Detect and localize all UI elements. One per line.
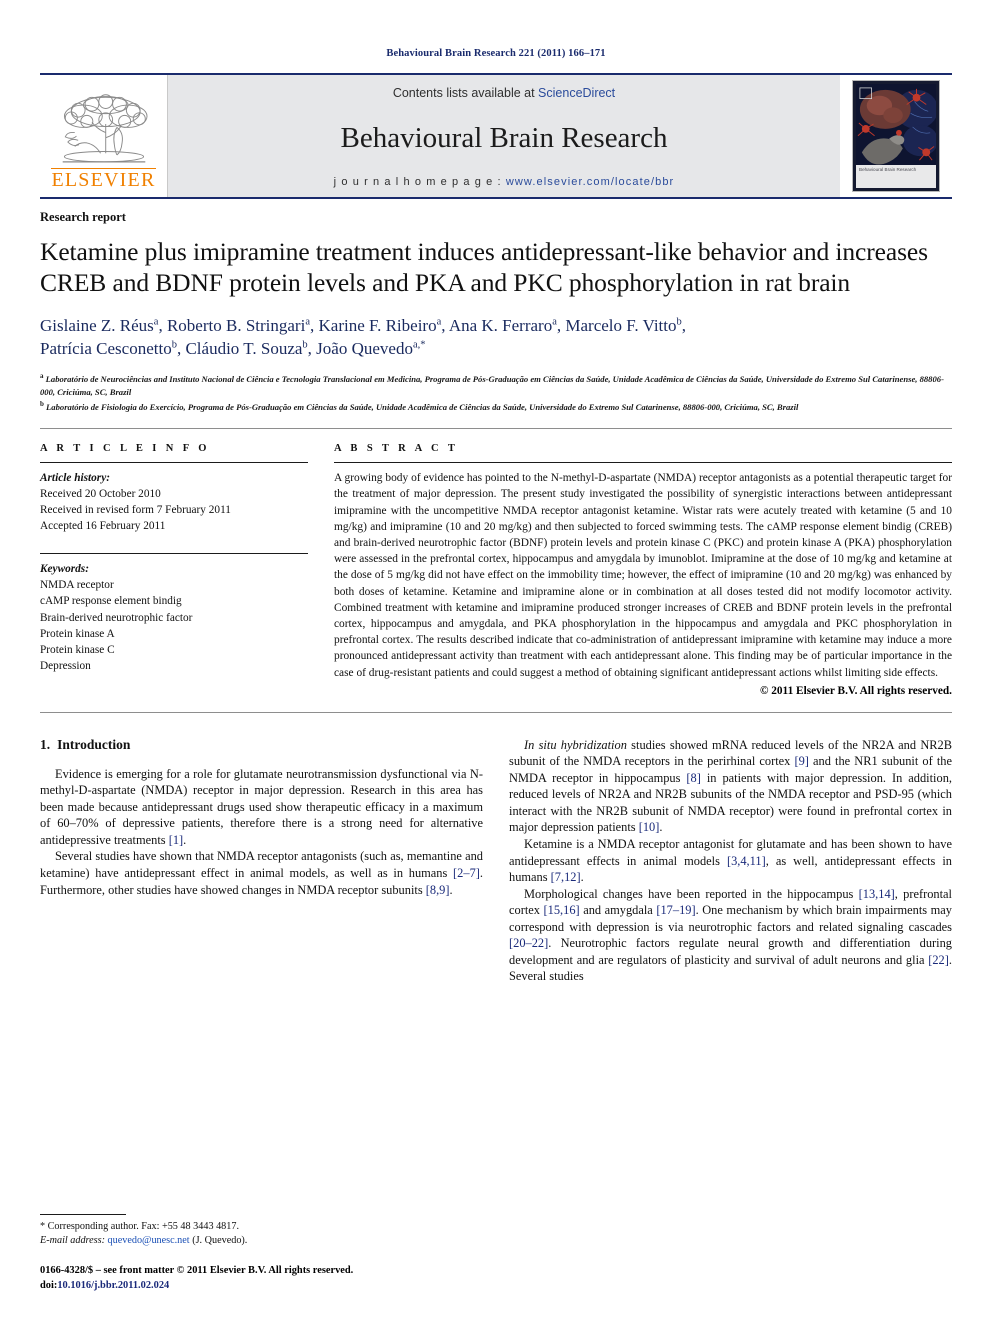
doi-line: doi:10.1016/j.bbr.2011.02.024 (40, 1278, 480, 1293)
brain-neuron-artwork-icon (856, 84, 936, 165)
abstract-heading: A B S T R A C T (334, 443, 459, 455)
footnote-block: * Corresponding author. Fax: +55 48 3443… (40, 1213, 480, 1293)
keyword-item: cAMP response element bindig (40, 595, 182, 608)
elsevier-tree-icon (62, 94, 147, 163)
keywords-rule (40, 553, 308, 555)
abstract-copyright: © 2011 Elsevier B.V. All rights reserved… (759, 684, 952, 697)
affiliation-b: b Laboratório de Fisiologia do Exercício… (40, 400, 799, 412)
contents-available-line: Contents lists available at ScienceDirec… (393, 86, 615, 100)
author-line-2: Patrícia Cesconettob, Cláudio T. Souzab,… (40, 339, 426, 359)
email-label: E-mail address: (40, 1235, 105, 1247)
article-history-label: Article history: (40, 472, 110, 485)
article-history-block: Article history: Received 20 October 201… (40, 470, 308, 534)
keyword-item: NMDA receptor (40, 579, 114, 592)
elsevier-logo: ELSEVIER (40, 75, 168, 197)
sciencedirect-link[interactable]: ScienceDirect (538, 86, 615, 100)
body-column-right: In situ hybridization studies showed mRN… (509, 737, 952, 985)
article-info-rule (40, 462, 308, 464)
keyword-item: Protein kinase C (40, 643, 115, 656)
paragraph: Several studies have shown that NMDA rec… (40, 849, 483, 897)
journal-cover-thumbnail: Behavioural Brain Research (852, 80, 940, 192)
contents-prefix: Contents lists available at (392, 86, 539, 100)
homepage-prefix: j o u r n a l h o m e p a g e : (333, 176, 502, 188)
issn-doi-block: 0166-4328/$ – see front matter © 2011 El… (40, 1263, 480, 1293)
author-line-1: Gislaine Z. Réusa, Roberto B. Stringaria… (40, 315, 686, 335)
keywords-block: Keywords: NMDA receptor cAMP response el… (40, 561, 308, 673)
journal-masthead: ELSEVIER Contents lists available at Sci… (40, 73, 952, 197)
paragraph: Ketamine is a NMDA receptor antagonist f… (509, 837, 952, 885)
paragraph: Evidence is emerging for a role for glut… (40, 766, 483, 847)
section-heading-introduction: 1. Introduction (40, 737, 483, 753)
doi-link[interactable]: 10.1016/j.bbr.2011.02.024 (57, 1280, 169, 1291)
footnote-rule (40, 1213, 126, 1215)
email-line: E-mail address: quevedo@unesc.net (J. Qu… (40, 1234, 480, 1248)
keyword-item: Brain-derived neurotrophic factor (40, 611, 193, 624)
journal-cover-cell: Behavioural Brain Research (840, 75, 952, 197)
history-item: Accepted 16 February 2011 (40, 520, 166, 533)
keyword-item: Depression (40, 659, 91, 672)
body-columns: 1. Introduction Evidence is emerging for … (40, 713, 952, 985)
article-info-column: A R T I C L E I N F O Article history: R… (40, 443, 308, 696)
section-title: Introduction (57, 736, 131, 752)
abstract-text: A growing body of evidence has pointed t… (334, 472, 952, 679)
author-list: Gislaine Z. Réusa, Roberto B. Stringaria… (40, 314, 952, 361)
document-type-label: Research report (40, 210, 126, 224)
issn-line: 0166-4328/$ – see front matter © 2011 El… (40, 1264, 354, 1276)
email-link[interactable]: quevedo@unesc.net (108, 1235, 190, 1246)
article-page: Behavioural Brain Research 221 (2011) 16… (0, 0, 992, 1323)
paragraph: In situ hybridization studies showed mRN… (509, 737, 952, 835)
doi-label: doi: (40, 1279, 58, 1291)
journal-homepage-line: j o u r n a l h o m e p a g e : www.else… (334, 176, 675, 188)
email-owner: (J. Quevedo). (192, 1235, 248, 1247)
article-info-heading: A R T I C L E I N F O (40, 443, 210, 455)
abstract-rule (334, 462, 952, 464)
homepage-url-link[interactable]: www.elsevier.com/locate/bbr (506, 176, 674, 188)
abstract-column: A B S T R A C T A growing body of eviden… (334, 443, 952, 697)
page-title: Ketamine plus imipramine treatment induc… (40, 237, 928, 298)
affiliation-a: a Laboratório de Neurociências and Insti… (40, 371, 944, 397)
body-column-left: 1. Introduction Evidence is emerging for … (40, 737, 483, 985)
elsevier-wordmark: ELSEVIER (51, 168, 156, 191)
keyword-item: Protein kinase A (40, 627, 115, 640)
history-item: Received 20 October 2010 (40, 488, 161, 501)
running-head: Behavioural Brain Research 221 (2011) 16… (386, 48, 606, 59)
cover-caption: Behavioural Brain Research (856, 165, 936, 188)
info-abstract-section: A R T I C L E I N F O Article history: R… (40, 429, 952, 697)
corresponding-author-note: * Corresponding author. Fax: +55 48 3443… (40, 1220, 480, 1249)
keywords-label: Keywords: (40, 563, 89, 576)
corresponding-author-line: * Corresponding author. Fax: +55 48 3443… (40, 1220, 240, 1232)
paragraph: Morphological changes have been reported… (509, 886, 952, 984)
cover-artwork (856, 84, 936, 165)
journal-title: Behavioural Brain Research (340, 121, 668, 154)
journal-band: Contents lists available at ScienceDirec… (168, 75, 840, 197)
history-item: Received in revised form 7 February 2011 (40, 504, 231, 517)
section-number: 1. (40, 736, 51, 752)
affiliation-list: a Laboratório de Neurociências and Insti… (40, 371, 952, 415)
